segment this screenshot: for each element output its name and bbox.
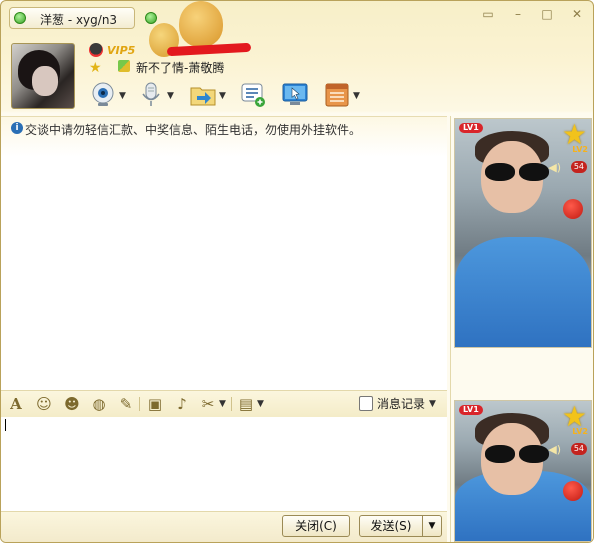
message-history-button[interactable]: 消息记录	[377, 395, 425, 412]
send-file-icon[interactable]	[189, 81, 217, 109]
format-toolbar: A ☺ ☻ ◍ ✎ ▣ ♪ ✂ ▼ ▤ ▼ 消息记录 ▼	[1, 390, 447, 418]
online-status-icon	[14, 12, 26, 24]
music-note-icon[interactable]: ♪	[173, 395, 191, 413]
contact-signature: 新不了情-萧敬腾	[136, 61, 225, 75]
speaker-icon[interactable]: ◀)	[548, 443, 561, 456]
message-area[interactable]: i 交谈中请勿轻信汇款、中奖信息、陌生电话，勿使用外挂软件。	[1, 116, 447, 392]
shield-icon: i	[11, 122, 23, 134]
microphone-icon[interactable]	[137, 81, 165, 109]
discussion-icon[interactable]	[239, 81, 267, 109]
local-video[interactable]: LV1 ★ LV2 ◀) 54	[454, 400, 592, 542]
history-icon[interactable]	[359, 396, 373, 411]
minimize-button[interactable]: –	[509, 6, 527, 22]
chevron-down-icon[interactable]: ▼	[219, 399, 226, 409]
video-panel: LV1 ★ LV2 ◀) 54 LV1 ★ LV2 ◀) 54	[450, 116, 593, 542]
text-cursor	[5, 419, 6, 431]
font-icon[interactable]: A	[7, 395, 25, 413]
magic-face-icon[interactable]: ☻	[63, 395, 81, 413]
send-button[interactable]: 发送(S)	[359, 515, 423, 537]
apple-icon[interactable]	[563, 481, 583, 501]
message-input[interactable]	[1, 417, 447, 511]
chevron-down-icon[interactable]: ▼	[167, 91, 174, 101]
close-button[interactable]: 关闭(C)	[282, 515, 350, 537]
speaker-icon[interactable]: ◀)	[548, 161, 561, 174]
close-icon[interactable]: ✕	[568, 6, 586, 22]
volume-badge: 54	[570, 443, 587, 455]
image-icon[interactable]: ▣	[146, 395, 164, 413]
emoji-icon[interactable]: ☺	[35, 395, 53, 413]
title-bar: 洋葱 - xyg/n3 ▭ – □ ✕	[1, 1, 593, 29]
contact-avatar[interactable]	[11, 43, 75, 109]
star-icon[interactable]: ★	[89, 60, 102, 76]
window-title: 洋葱 - xyg/n3	[40, 13, 118, 27]
remote-video[interactable]: LV1 ★ LV2 ◀) 54	[454, 118, 592, 348]
video-call-icon[interactable]	[89, 81, 117, 109]
apps-icon[interactable]	[323, 81, 351, 109]
level-small: LV2	[572, 427, 588, 436]
penguin-icon	[89, 43, 103, 57]
handwriting-icon[interactable]: ✎	[117, 395, 135, 413]
restore-button[interactable]: ▭	[479, 6, 497, 22]
send-options-chevron-icon[interactable]: ▼	[422, 515, 442, 537]
chevron-down-icon[interactable]: ▼	[219, 91, 226, 101]
maximize-button[interactable]: □	[538, 6, 556, 22]
chat-toolbar: ▼ ▼ ▼ ▼	[89, 81, 449, 109]
level-tag: LV1	[459, 123, 483, 133]
level-tag: LV1	[459, 405, 483, 415]
music-icon	[118, 60, 130, 72]
chevron-down-icon[interactable]: ▼	[429, 399, 436, 409]
scissors-icon[interactable]: ✂	[199, 395, 217, 413]
chevron-down-icon[interactable]: ▼	[257, 399, 264, 409]
chat-window: 洋葱 - xyg/n3 ▭ – □ ✕ VIP5 ★ 新不了情-萧敬腾 ▼ ▼ …	[0, 0, 594, 543]
briefcase-icon[interactable]: ▤	[237, 395, 255, 413]
apple-icon[interactable]	[563, 199, 583, 219]
contact-name-pill[interactable]: 洋葱 - xyg/n3	[9, 7, 135, 29]
security-notice: 交谈中请勿轻信汇款、中奖信息、陌生电话，勿使用外挂软件。	[25, 123, 362, 137]
nudge-icon[interactable]: ◍	[90, 395, 108, 413]
remote-assist-icon[interactable]	[281, 81, 309, 109]
chevron-down-icon[interactable]: ▼	[353, 91, 360, 101]
chevron-down-icon[interactable]: ▼	[119, 91, 126, 101]
vip-badge[interactable]: VIP5	[107, 44, 135, 57]
level-small: LV2	[572, 145, 588, 154]
volume-badge: 54	[570, 161, 587, 173]
